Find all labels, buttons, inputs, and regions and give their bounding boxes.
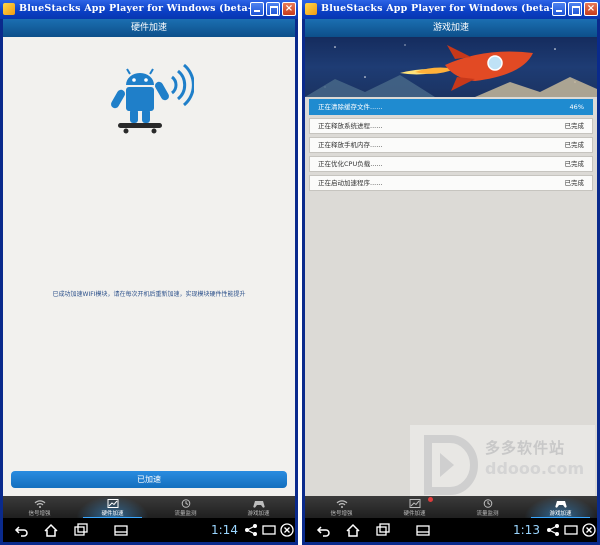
tab-label: 信号增强: [330, 511, 353, 517]
home-icon[interactable]: [43, 522, 59, 538]
tab-hardware-accel[interactable]: 硬件加速: [378, 496, 451, 518]
window-titlebar[interactable]: BlueStacks App Player for Windows (beta-…: [0, 0, 298, 19]
minimize-icon: [254, 10, 260, 12]
share-icon[interactable]: [545, 522, 561, 538]
app-tray-icon[interactable]: [113, 522, 129, 538]
task-status: 已完成: [564, 160, 585, 168]
task-label: 正在释放系统进程......: [318, 122, 383, 130]
close-button[interactable]: ×: [282, 2, 296, 16]
android-nav-bar: 1:14: [3, 518, 295, 542]
watermark-logo-icon: [424, 435, 478, 495]
task-label: 正在启动加速程序......: [318, 179, 383, 187]
maximize-icon: [270, 6, 278, 15]
gamepad-icon: [554, 501, 567, 508]
share-icon[interactable]: [243, 522, 259, 538]
tab-label: 游戏加速: [549, 511, 572, 517]
android-screen: 游戏加速 正在清除缓存文件...... 46% 正在释放系统进程...... 已…: [305, 19, 597, 542]
tab-label: 信号增强: [28, 511, 51, 517]
task-row: 正在清除缓存文件...... 46%: [309, 99, 593, 115]
tab-hardware-accel[interactable]: 硬件加速: [76, 496, 149, 518]
tab-label: 硬件加速: [101, 511, 124, 517]
window-title: BlueStacks App Player for Windows (beta-…: [19, 3, 264, 14]
tab-signal-boost[interactable]: 信号增强: [3, 496, 76, 518]
watermark-url: ddooo.com: [485, 459, 585, 478]
gamepad-icon: [252, 501, 265, 508]
task-label: 正在优化CPU负载......: [318, 160, 383, 168]
clock-icon: [483, 499, 492, 508]
maximize-button[interactable]: [266, 2, 280, 16]
bluestacks-window-left: BlueStacks App Player for Windows (beta-…: [0, 0, 298, 545]
bottom-tab-bar: 信号增强 硬件加速 流量监测 游戏加速: [305, 496, 597, 518]
tab-traffic-monitor[interactable]: 流量监测: [451, 496, 524, 518]
tab-label: 游戏加速: [247, 511, 270, 517]
android-skateboard-wifi-icon: [111, 63, 194, 134]
task-row: 正在释放系统进程...... 已完成: [309, 118, 593, 134]
minimize-icon: [556, 10, 562, 12]
home-icon[interactable]: [345, 522, 361, 538]
bottom-tab-bar: 信号增强 硬件加速 流量监测 游戏加速: [3, 496, 295, 518]
tab-game-accel[interactable]: 游戏加速: [524, 496, 597, 518]
minimize-button[interactable]: [552, 2, 566, 16]
accel-status-message: 已成功加速WIFI模块，请在每次开机后重新加速，实现模块硬件性能提升: [52, 291, 246, 298]
tab-label: 硬件加速: [403, 511, 426, 517]
maximize-button[interactable]: [568, 2, 582, 16]
rocket-illustration: [305, 44, 597, 97]
status-clock: 1:14: [211, 523, 238, 537]
fullscreen-icon[interactable]: [563, 522, 579, 538]
maximize-icon: [572, 6, 580, 15]
tab-game-accel[interactable]: 游戏加速: [222, 496, 295, 518]
recent-apps-icon[interactable]: [73, 522, 89, 538]
tab-label: 流量监测: [476, 511, 499, 517]
bluestacks-app-icon: [305, 3, 317, 15]
android-nav-bar: 1:13: [305, 518, 597, 542]
rocket-banner: [305, 37, 597, 97]
fullscreen-icon[interactable]: [261, 522, 277, 538]
minimize-button[interactable]: [250, 2, 264, 16]
task-progress: 46%: [569, 103, 584, 111]
task-status: 已完成: [564, 122, 585, 130]
tab-label: 流量监测: [174, 511, 197, 517]
back-icon[interactable]: [315, 522, 331, 538]
game-accel-content: 正在清除缓存文件...... 46% 正在释放系统进程...... 已完成 正在…: [305, 37, 597, 510]
status-clock: 1:13: [513, 523, 540, 537]
tab-signal-boost[interactable]: 信号增强: [305, 496, 378, 518]
app-header-title: 硬件加速: [3, 19, 295, 37]
acceleration-task-list: 正在清除缓存文件...... 46% 正在释放系统进程...... 已完成 正在…: [309, 99, 593, 194]
exit-icon[interactable]: [581, 522, 597, 538]
android-screen: 硬件加速 已成功加速WIFI模块，请在每次开机后重新加速，实现模块硬件性能提升 …: [3, 19, 295, 542]
task-label: 正在释放手机内存......: [318, 141, 383, 149]
task-label: 正在清除缓存文件......: [318, 103, 383, 111]
task-status: 已完成: [564, 141, 585, 149]
wifi-icon: [34, 500, 45, 508]
window-title: BlueStacks App Player for Windows (beta-…: [321, 3, 566, 14]
hardware-accel-content: 已成功加速WIFI模块，请在每次开机后重新加速，实现模块硬件性能提升 已加速: [3, 37, 295, 496]
chart-icon: [107, 499, 118, 508]
close-icon: ×: [586, 3, 596, 14]
window-titlebar[interactable]: BlueStacks App Player for Windows (beta-…: [302, 0, 600, 19]
clock-icon: [181, 499, 190, 508]
wifi-icon: [336, 500, 347, 508]
close-icon: ×: [284, 3, 294, 14]
bluestacks-window-right: BlueStacks App Player for Windows (beta-…: [302, 0, 600, 545]
close-button[interactable]: ×: [584, 2, 598, 16]
tab-traffic-monitor[interactable]: 流量监测: [149, 496, 222, 518]
task-row: 正在启动加速程序...... 已完成: [309, 175, 593, 191]
task-row: 正在释放手机内存...... 已完成: [309, 137, 593, 153]
exit-icon[interactable]: [279, 522, 295, 538]
task-row: 正在优化CPU负载...... 已完成: [309, 156, 593, 172]
bluestacks-app-icon: [3, 3, 15, 15]
notification-dot: [427, 497, 433, 502]
app-header-title: 游戏加速: [305, 19, 597, 37]
task-status: 已完成: [564, 179, 585, 187]
recent-apps-icon[interactable]: [375, 522, 391, 538]
app-tray-icon[interactable]: [415, 522, 431, 538]
watermark-site-name: 多多软件站: [485, 439, 566, 457]
accelerated-button[interactable]: 已加速: [11, 471, 287, 488]
chart-icon: [409, 499, 420, 508]
back-icon[interactable]: [13, 522, 29, 538]
